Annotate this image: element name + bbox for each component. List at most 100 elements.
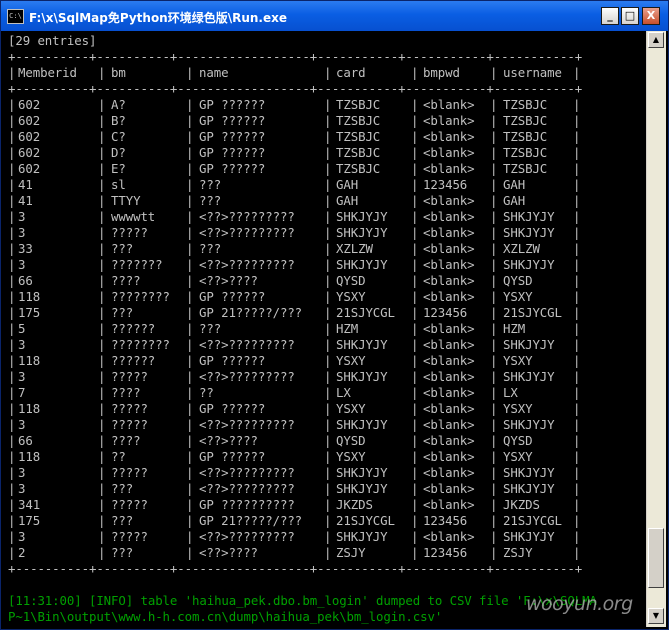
row-cell-bmpwd: <blank> — [423, 145, 475, 160]
cell-divider: | — [573, 529, 581, 544]
cell-divider: | — [573, 65, 581, 80]
cell-divider: | — [411, 225, 419, 240]
cell-divider: | — [186, 177, 194, 192]
row-cell-bm: ????? — [111, 369, 148, 384]
cell-divider: | — [411, 401, 419, 416]
close-button[interactable]: X — [642, 7, 660, 25]
cell-divider: | — [98, 257, 106, 272]
row-cell-card: TZSBJC — [336, 113, 381, 128]
cell-divider: | — [490, 113, 498, 128]
scroll-up-arrow-icon[interactable]: ▲ — [648, 32, 664, 48]
cell-divider: | — [411, 417, 419, 432]
row-cell-bm: C? — [111, 129, 126, 144]
cell-divider: | — [8, 65, 16, 80]
cell-divider: | — [186, 449, 194, 464]
console-output[interactable]: [29 entries] +----------+----------+----… — [5, 31, 646, 625]
row-cell-name: GP ?????? — [199, 161, 266, 176]
row-cell-memberid: 66 — [18, 273, 33, 288]
row-cell-card: QYSD — [336, 273, 366, 288]
cell-divider: | — [324, 145, 332, 160]
cell-divider: | — [411, 465, 419, 480]
cell-divider: | — [490, 193, 498, 208]
row-cell-memberid: 118 — [18, 401, 41, 416]
row-cell-bmpwd: <blank> — [423, 481, 475, 496]
maximize-button[interactable]: □ — [621, 7, 639, 25]
log-line: P~1\Bin\output\www.h-h.com.cn\dump\haihu… — [8, 609, 443, 624]
row-cell-card: SHKJYJY — [336, 465, 388, 480]
cell-divider: | — [324, 385, 332, 400]
row-cell-name: <??>????????? — [199, 209, 295, 224]
cell-divider: | — [490, 497, 498, 512]
row-cell-username: SHKJYJY — [503, 481, 555, 496]
row-cell-username: YSXY — [503, 353, 533, 368]
cell-divider: | — [573, 401, 581, 416]
cmd-icon[interactable]: C:\ — [7, 9, 24, 24]
row-cell-memberid: 3 — [18, 209, 26, 224]
scroll-thumb[interactable] — [648, 528, 664, 588]
cell-divider: | — [98, 193, 106, 208]
row-cell-memberid: 602 — [18, 113, 41, 128]
row-cell-bmpwd: <blank> — [423, 401, 475, 416]
row-cell-username: SHKJYJY — [503, 225, 555, 240]
row-cell-card: YSXY — [336, 289, 366, 304]
row-cell-card: GAH — [336, 193, 359, 208]
cell-divider: | — [324, 113, 332, 128]
title-bar[interactable]: C:\ F:\x\SqlMap免Python环境绿色版\Run.exe _ □ … — [1, 1, 668, 31]
row-cell-name: GP ?????? — [199, 129, 266, 144]
cell-divider: | — [490, 305, 498, 320]
cell-divider: | — [411, 481, 419, 496]
cell-divider: | — [324, 97, 332, 112]
cell-divider: | — [324, 273, 332, 288]
row-cell-bmpwd: <blank> — [423, 321, 475, 336]
cell-divider: | — [186, 113, 194, 128]
cell-divider: | — [411, 273, 419, 288]
row-cell-bmpwd: 123456 — [423, 305, 468, 320]
row-cell-bm: ????? — [111, 401, 148, 416]
cell-divider: | — [8, 513, 16, 528]
row-cell-bm: ????? — [111, 465, 148, 480]
row-cell-name: ??? — [199, 177, 222, 192]
row-cell-bmpwd: 123456 — [423, 513, 468, 528]
cell-divider: | — [573, 113, 581, 128]
row-cell-username: LX — [503, 385, 518, 400]
cell-divider: | — [411, 497, 419, 512]
cell-divider: | — [8, 417, 16, 432]
vertical-scrollbar[interactable]: ▲ ▼ — [646, 31, 666, 627]
row-cell-bm: ????? — [111, 497, 148, 512]
row-cell-card: SHKJYJY — [336, 225, 388, 240]
row-cell-username: QYSD — [503, 433, 533, 448]
minimize-button[interactable]: _ — [601, 7, 619, 25]
row-cell-name: ??? — [199, 193, 222, 208]
row-cell-bm: D? — [111, 145, 126, 160]
cell-divider: | — [490, 65, 498, 80]
cell-divider: | — [411, 65, 419, 80]
cell-divider: | — [186, 65, 194, 80]
cell-divider: | — [8, 289, 16, 304]
cell-divider: | — [324, 465, 332, 480]
header-cell-card: card — [336, 65, 366, 80]
cell-divider: | — [8, 465, 16, 480]
row-cell-bmpwd: <blank> — [423, 289, 475, 304]
cell-divider: | — [8, 161, 16, 176]
row-cell-name: <??>????????? — [199, 369, 295, 384]
cell-divider: | — [490, 529, 498, 544]
cell-divider: | — [490, 161, 498, 176]
row-cell-card: SHKJYJY — [336, 417, 388, 432]
cell-divider: | — [186, 241, 194, 256]
cell-divider: | — [411, 321, 419, 336]
scroll-down-arrow-icon[interactable]: ▼ — [648, 608, 664, 624]
row-cell-username: JKZDS — [503, 497, 540, 512]
row-cell-bm: E? — [111, 161, 126, 176]
row-cell-bmpwd: <blank> — [423, 209, 475, 224]
cell-divider: | — [411, 113, 419, 128]
cell-divider: | — [573, 337, 581, 352]
window-title: F:\x\SqlMap免Python环境绿色版\Run.exe — [29, 11, 288, 25]
row-cell-bm: ???????? — [111, 289, 170, 304]
cell-divider: | — [324, 449, 332, 464]
watermark: wooyun.org — [526, 593, 633, 615]
cell-divider: | — [98, 417, 106, 432]
cell-divider: | — [186, 97, 194, 112]
cell-divider: | — [98, 113, 106, 128]
row-cell-memberid: 3 — [18, 529, 26, 544]
row-cell-memberid: 602 — [18, 145, 41, 160]
